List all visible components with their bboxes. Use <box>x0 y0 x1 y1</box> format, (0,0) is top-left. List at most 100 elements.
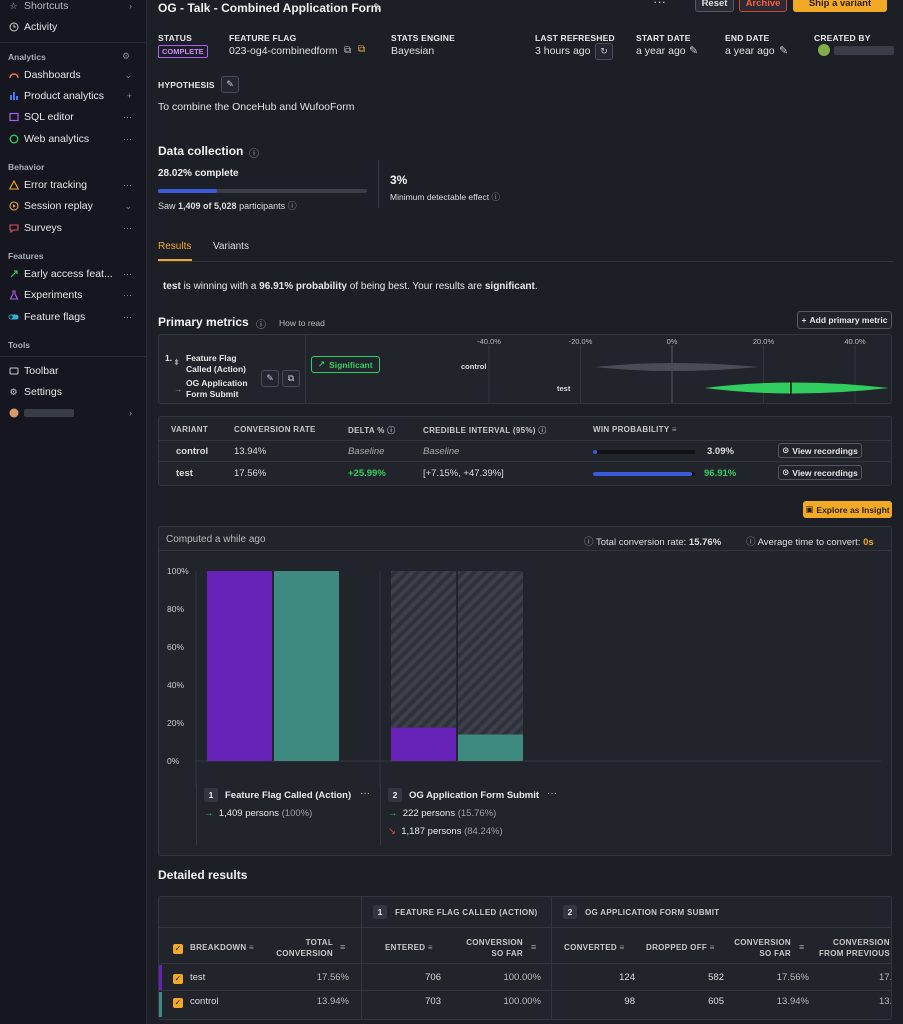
info-icon: ⓘ <box>584 537 594 548</box>
funnel-y-tick: 0% <box>167 756 180 766</box>
sort-icon[interactable]: ≡ <box>619 943 624 952</box>
col-variant: VARIANT <box>171 425 209 434</box>
view-recordings-control-button[interactable]: ⊙ View recordings <box>778 443 862 458</box>
sidebar-item-settings[interactable]: ⚙ Settings <box>0 382 146 402</box>
plus-icon[interactable]: + <box>127 91 132 101</box>
sidebar-item-error-tracking[interactable]: Error tracking ··· <box>0 175 146 195</box>
step-2-more-button[interactable]: ··· <box>547 788 557 799</box>
main-content: OG - Talk - Combined Application Form ✎ … <box>148 0 903 1024</box>
more-icon[interactable]: ··· <box>123 180 132 190</box>
end-date-value: a year ago <box>725 45 775 57</box>
control-row-checkbox[interactable]: ✓ <box>173 996 183 1008</box>
col-conversion-from-previous: CONVERSION FROM PREVIOUS <box>819 938 891 958</box>
view-recordings-test-button[interactable]: ⊙ View recordings <box>778 465 862 480</box>
edit-metric-button[interactable]: ✎ <box>261 370 279 387</box>
control-color-indicator <box>159 992 162 1017</box>
sort-icon[interactable]: ≡ <box>249 943 254 952</box>
funnel-y-tick: 20% <box>167 718 184 728</box>
add-primary-metric-button[interactable]: + Add primary metric <box>797 311 892 329</box>
sidebar-item-sql-editor[interactable]: SQL editor ··· <box>0 107 146 127</box>
sidebar-item-toolbar[interactable]: Toolbar <box>0 361 146 381</box>
more-icon[interactable]: ··· <box>123 134 132 144</box>
step-2-number: 2 <box>388 788 402 802</box>
funnel-bar-test[interactable] <box>391 727 456 761</box>
warning-icon <box>8 180 19 191</box>
funnel-bar-test[interactable] <box>207 571 272 761</box>
redacted-name <box>24 409 74 417</box>
explore-as-insight-button[interactable]: ▣ Explore as Insight <box>803 501 892 518</box>
sidebar-item-web-analytics[interactable]: Web analytics ··· <box>0 129 146 149</box>
collection-progress-bar <box>158 189 367 193</box>
edit-pencil-icon[interactable]: ✎ <box>373 1 382 14</box>
tab-variants[interactable]: Variants <box>213 241 249 252</box>
copy-icon[interactable]: ⧉ <box>344 45 351 56</box>
funnel-bar-control[interactable] <box>458 734 523 761</box>
archive-button[interactable]: Archive <box>739 0 787 12</box>
more-icon[interactable]: ··· <box>123 290 132 300</box>
metric-step-2: → OG Application Form Submit <box>174 378 248 399</box>
row-test-cfp: 17.56% <box>879 972 892 983</box>
ship-variant-button[interactable]: Ship a variant <box>793 0 887 12</box>
info-icon: ⓘ <box>287 201 297 211</box>
funnel-icon: ⇟ <box>173 357 181 367</box>
creator-name-redacted <box>834 46 894 55</box>
variant-results-table: VARIANT CONVERSION RATE DELTA % ⓘ CREDIB… <box>158 416 892 486</box>
more-icon[interactable]: ··· <box>123 112 132 122</box>
row-test-variant: test <box>176 468 193 479</box>
row-control-dropped: 605 <box>708 996 724 1007</box>
more-menu-button[interactable]: ··· <box>653 0 666 9</box>
how-to-read-link[interactable]: How to read <box>279 318 325 328</box>
sort-icon[interactable]: ≡ <box>672 425 677 434</box>
refresh-icon[interactable]: ↻ <box>595 43 613 60</box>
sidebar-item-shortcuts[interactable]: ☆ Shortcuts › <box>0 0 146 16</box>
row-test-entered: 706 <box>425 972 441 983</box>
duplicate-metric-button[interactable]: ⧉ <box>282 370 300 387</box>
edit-hypothesis-button[interactable]: ✎ <box>221 76 239 93</box>
participants-text: Saw 1,409 of 5,028 participants ⓘ <box>158 201 297 211</box>
step-1-number: 1 <box>204 788 218 802</box>
sidebar-item-account[interactable]: › <box>0 403 146 423</box>
sidebar-item-product-analytics[interactable]: Product analytics + <box>0 86 146 106</box>
col-delta: DELTA % ⓘ <box>348 426 396 435</box>
total-conversion-rate: ⓘ Total conversion rate: 15.76% <box>584 537 722 548</box>
funnel-bar-control[interactable] <box>274 571 339 761</box>
info-icon: ⓘ <box>491 192 500 202</box>
mde-value: 3% <box>390 173 408 187</box>
delta-chart: -40.0% -20.0% 0% 20.0% 40.0% control test <box>381 335 891 403</box>
sort-icon[interactable]: ≡ <box>340 942 345 952</box>
more-icon[interactable]: ··· <box>123 312 132 322</box>
group-2-number: 2 <box>563 905 577 919</box>
test-row-checkbox[interactable]: ✓ <box>173 972 183 984</box>
edit-start-date-icon[interactable]: ✎ <box>689 44 698 57</box>
sidebar-item-dashboards[interactable]: Dashboards ⌄ <box>0 65 146 85</box>
info-icon: ⓘ <box>746 537 756 548</box>
sidebar-item-early-access[interactable]: Early access feat... ··· <box>0 264 146 284</box>
sort-icon[interactable]: ≡ <box>799 942 804 952</box>
more-icon[interactable]: ··· <box>123 223 132 233</box>
sidebar-item-surveys[interactable]: Surveys ··· <box>0 218 146 238</box>
step-1-more-button[interactable]: ··· <box>360 788 370 799</box>
tab-results[interactable]: Results <box>158 241 191 252</box>
row-test-cso: 100.00% <box>503 972 541 983</box>
feature-flag-link[interactable]: 023-og4-combinedform <box>229 45 338 57</box>
gear-icon[interactable]: ⚙ <box>122 51 130 62</box>
sidebar-item-session-replay[interactable]: Session replay ⌄ <box>0 196 146 216</box>
step-2-converted: → 222 persons (15.76%) <box>388 808 497 819</box>
collection-complete: 28.02% complete <box>158 168 239 179</box>
sidebar-item-feature-flags[interactable]: Feature flags ··· <box>0 307 146 327</box>
row-control-delta: Baseline <box>348 446 385 457</box>
external-link-icon[interactable]: ⧉ <box>358 44 365 55</box>
info-icon: ⓘ <box>256 320 266 331</box>
sidebar-item-experiments[interactable]: Experiments ··· <box>0 285 146 305</box>
sort-icon[interactable]: ≡ <box>428 943 433 952</box>
reset-button[interactable]: Reset <box>695 0 734 12</box>
arrow-right-icon: → <box>204 808 214 819</box>
select-all-checkbox[interactable]: ✓ <box>173 942 183 954</box>
sort-icon[interactable]: ≡ <box>710 943 715 952</box>
sort-icon[interactable]: ≡ <box>531 942 536 952</box>
sidebar-item-activity[interactable]: Activity <box>0 17 146 37</box>
delta-label-control: control <box>461 362 486 371</box>
stats-engine-value: Bayesian <box>391 45 435 57</box>
more-icon[interactable]: ··· <box>123 269 132 279</box>
edit-end-date-icon[interactable]: ✎ <box>779 44 788 57</box>
